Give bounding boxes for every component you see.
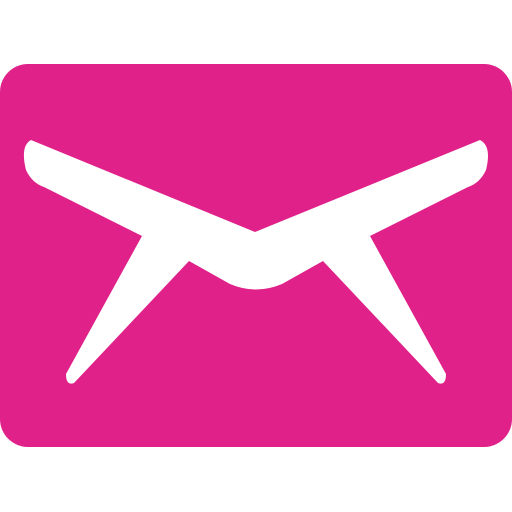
- icon-canvas: [0, 0, 512, 512]
- mail-icon[interactable]: [0, 0, 512, 512]
